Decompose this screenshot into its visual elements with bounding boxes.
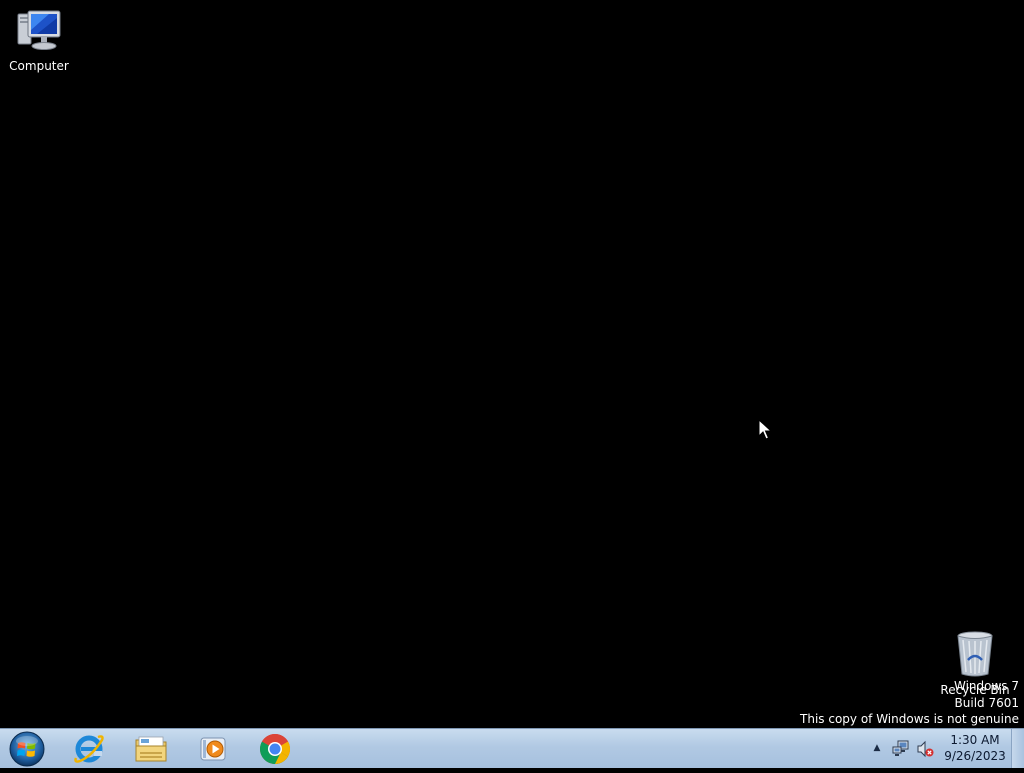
taskbar-clock[interactable]: 1:30 AM 9/26/2023: [940, 732, 1010, 764]
show-desktop-button[interactable]: [1011, 729, 1024, 768]
taskbar-windows-explorer-button[interactable]: [122, 729, 180, 768]
desktop-icon-label: Computer: [9, 59, 69, 73]
recycle-bin-icon: [957, 631, 993, 677]
folder-explorer-icon: [135, 736, 167, 761]
internet-explorer-icon: [74, 734, 104, 763]
taskbar-internet-explorer-button[interactable]: [60, 729, 118, 768]
desktop-icon-computer[interactable]: Computer: [1, 8, 77, 73]
taskbar-chrome-button[interactable]: [246, 729, 304, 768]
watermark-os-name: Windows 7: [953, 679, 1019, 693]
taskbar-media-player-button[interactable]: [184, 729, 242, 768]
windows-logo-icon: [9, 731, 45, 767]
watermark-build: Build 7601: [954, 695, 1019, 710]
chrome-icon: [260, 733, 291, 764]
show-hidden-icons-button[interactable]: ▲: [870, 741, 884, 755]
computer-icon: [17, 10, 61, 50]
media-player-icon: [200, 737, 226, 760]
mouse-cursor-icon: [758, 419, 772, 440]
volume-muted-icon[interactable]: [916, 740, 934, 758]
taskbar: ▲ 1:30 AM 9/26/2023: [0, 728, 1024, 768]
windows-genuine-watermark: Windows 7 Build 7601 This copy of Window…: [800, 678, 1019, 728]
desktop[interactable]: Computer Recycle Bin Windows 7 Build 760…: [0, 0, 1024, 728]
clock-date: 9/26/2023: [944, 749, 1006, 763]
clock-time: 1:30 AM: [950, 733, 1000, 747]
system-tray: ▲ 1:30 AM 9/26/2023: [864, 729, 1024, 768]
start-button[interactable]: [4, 729, 50, 769]
watermark-genuine-notice: This copy of Windows is not genuine: [800, 712, 1019, 726]
network-icon[interactable]: [892, 740, 910, 758]
